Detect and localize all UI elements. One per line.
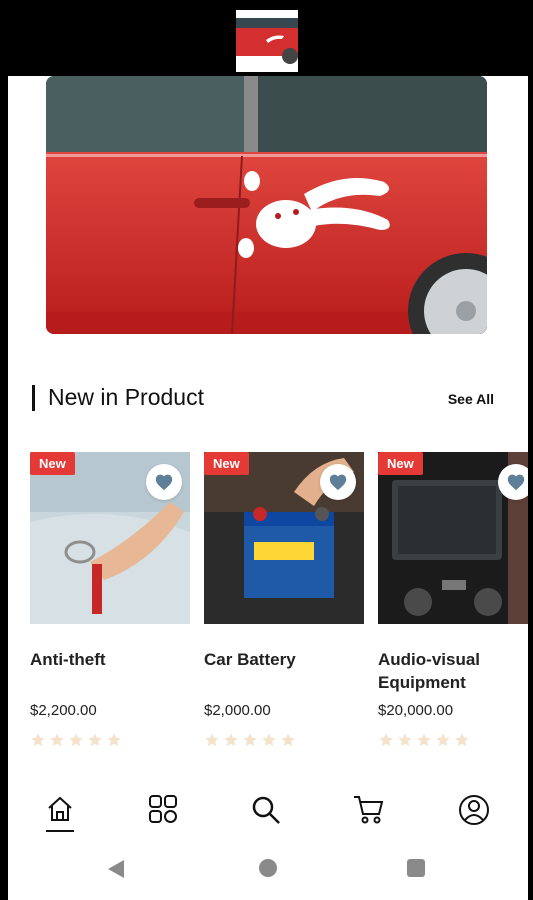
star-icon — [88, 733, 102, 747]
product-image[interactable]: New — [30, 452, 190, 624]
product-card[interactable]: New Audio-visual Equipment $20,000.00 — [378, 452, 528, 752]
star-icon — [417, 733, 431, 747]
star-icon — [50, 733, 64, 747]
bottom-navigation — [8, 780, 528, 840]
new-badge: New — [204, 452, 249, 475]
product-price: $20,000.00 — [378, 702, 454, 719]
favorite-button[interactable] — [146, 464, 182, 500]
cart-icon — [354, 796, 384, 824]
star-icon — [398, 733, 412, 747]
product-price: $2,000.00 — [204, 702, 271, 719]
nav-cart[interactable] — [348, 794, 388, 834]
see-all-link[interactable]: See All — [448, 391, 494, 407]
system-recents-button[interactable] — [406, 858, 426, 883]
nav-home[interactable] — [40, 794, 80, 834]
star-icon — [243, 733, 257, 747]
recents-icon — [407, 859, 425, 877]
home-icon — [48, 796, 72, 821]
back-icon — [108, 860, 124, 878]
rating-stars — [378, 732, 470, 748]
heart-icon — [329, 474, 347, 491]
hero-banner[interactable] — [46, 76, 487, 334]
grid-icon — [149, 795, 177, 823]
star-icon — [107, 733, 121, 747]
favorite-button[interactable] — [498, 464, 528, 500]
rating-stars — [204, 732, 296, 748]
rating-stars — [30, 732, 122, 748]
nav-profile[interactable] — [454, 794, 494, 834]
section-header: New in Product See All — [32, 382, 502, 414]
product-name[interactable]: Audio-visual Equipment — [378, 648, 528, 694]
product-price: $2,200.00 — [30, 702, 97, 719]
favorite-button[interactable] — [320, 464, 356, 500]
star-icon — [224, 733, 238, 747]
star-icon — [379, 733, 393, 747]
app-screen: New in Product See All New Anti-theft $2… — [8, 76, 528, 900]
star-icon — [436, 733, 450, 747]
new-badge: New — [30, 452, 75, 475]
status-bar — [0, 0, 533, 76]
section-accent-bar — [32, 385, 35, 411]
system-navigation-bar — [8, 840, 528, 900]
new-badge: New — [378, 452, 423, 475]
product-carousel[interactable]: New Anti-theft $2,200.00 New Car Battery… — [8, 452, 528, 752]
product-name[interactable]: Anti-theft — [30, 648, 190, 671]
heart-icon — [155, 474, 173, 491]
nav-search[interactable] — [246, 794, 286, 834]
star-icon — [205, 733, 219, 747]
hero-thumbnail — [236, 10, 298, 72]
star-icon — [262, 733, 276, 747]
system-back-button[interactable] — [106, 858, 126, 885]
search-icon — [252, 796, 280, 824]
heart-icon — [507, 474, 525, 491]
home-circle-icon — [259, 859, 277, 877]
product-name[interactable]: Car Battery — [204, 648, 364, 671]
product-card[interactable]: New Car Battery $2,000.00 — [204, 452, 364, 752]
star-icon — [31, 733, 45, 747]
star-icon — [69, 733, 83, 747]
product-image[interactable]: New — [378, 452, 528, 624]
star-icon — [281, 733, 295, 747]
active-indicator — [46, 830, 74, 832]
nav-categories[interactable] — [143, 794, 183, 834]
system-home-button[interactable] — [258, 858, 278, 883]
product-card[interactable]: New Anti-theft $2,200.00 — [30, 452, 190, 752]
product-image[interactable]: New — [204, 452, 364, 624]
section-title: New in Product — [48, 384, 204, 410]
profile-icon — [459, 795, 489, 825]
star-icon — [455, 733, 469, 747]
